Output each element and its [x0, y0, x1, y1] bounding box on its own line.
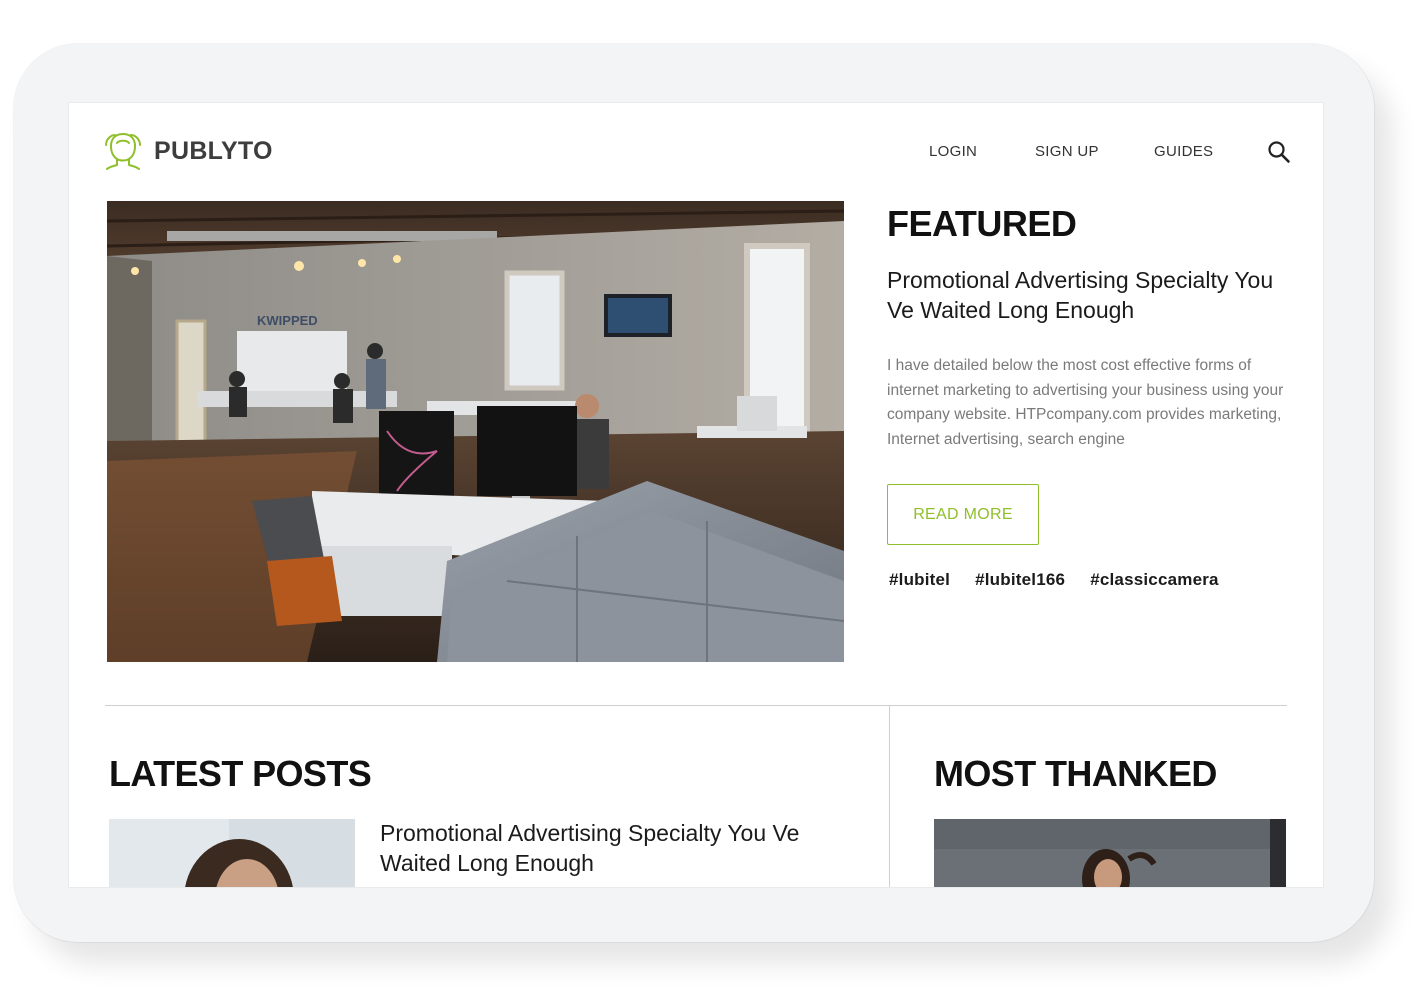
most-thanked-thumbnail[interactable]	[934, 819, 1286, 887]
featured-image[interactable]: KWIPPED	[107, 201, 844, 662]
post-headline[interactable]: Promotional Advertising Specialty You Ve…	[380, 818, 850, 878]
post-thumbnail[interactable]	[109, 819, 355, 887]
tablet-screen: PUBLYTO LOGIN SIGN UP GUIDES KWIPPED FEA…	[68, 102, 1324, 888]
brand-name: PUBLYTO	[154, 136, 273, 165]
tag-list: #lubitel #lubitel166 #classiccamera	[889, 570, 1244, 590]
latest-posts-title: LATEST POSTS	[109, 753, 372, 794]
featured-section-title: FEATURED	[887, 203, 1077, 244]
tag-link[interactable]: #lubitel166	[975, 570, 1065, 590]
nav-signup-link[interactable]: SIGN UP	[1035, 143, 1099, 160]
section-divider	[105, 705, 1287, 706]
most-thanked-title: MOST THANKED	[934, 753, 1217, 794]
search-icon[interactable]	[1267, 140, 1291, 169]
logo-icon	[105, 133, 141, 170]
read-more-button[interactable]: READ MORE	[887, 484, 1039, 545]
nav-guides-link[interactable]: GUIDES	[1154, 143, 1213, 160]
tag-link[interactable]: #lubitel	[889, 570, 950, 590]
featured-excerpt: I have detailed below the most cost effe…	[887, 357, 1284, 449]
kwipped-sign: KWIPPED	[257, 313, 318, 328]
tag-link[interactable]: #classiccamera	[1090, 570, 1219, 590]
featured-headline[interactable]: Promotional Advertising Specialty You Ve…	[887, 265, 1297, 325]
nav-login-link[interactable]: LOGIN	[929, 143, 977, 160]
column-divider	[889, 706, 890, 887]
brand-logo[interactable]: PUBLYTO	[103, 131, 273, 171]
